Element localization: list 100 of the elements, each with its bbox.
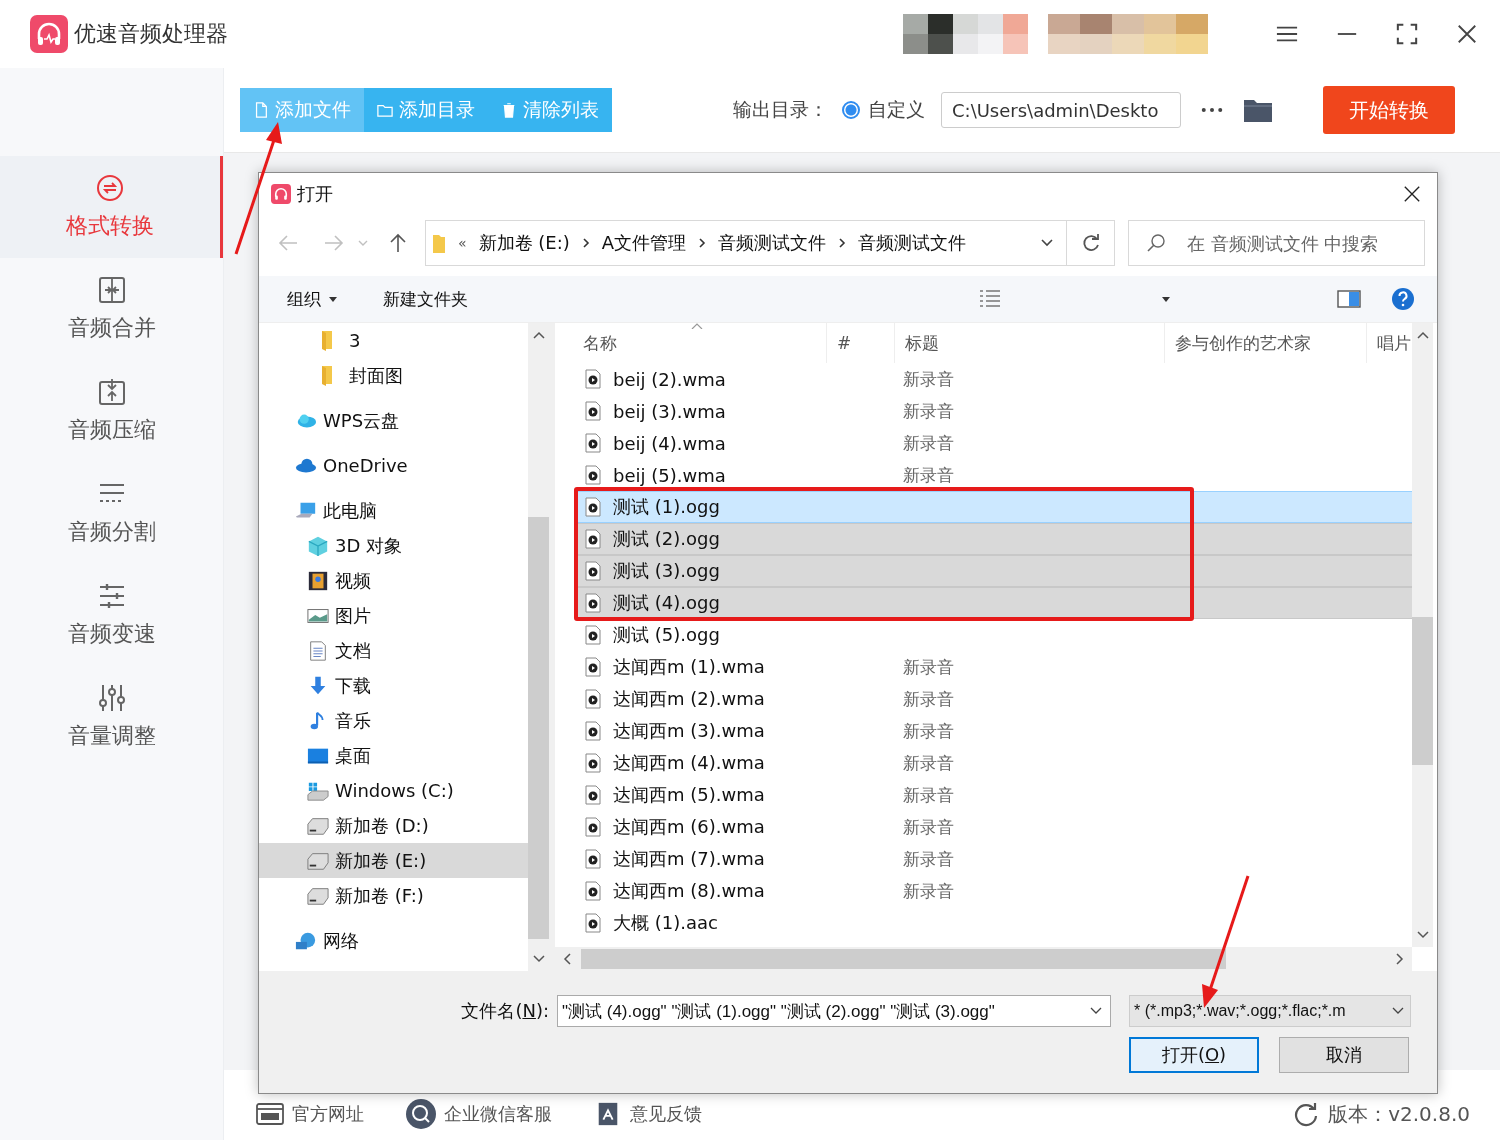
nav-item[interactable]: 3D 对象 bbox=[259, 528, 528, 563]
open-button[interactable]: 打开(O) bbox=[1129, 1037, 1259, 1073]
file-row[interactable]: 测试 (3).ogg bbox=[577, 555, 1412, 587]
nav-item[interactable]: 图片 bbox=[259, 598, 528, 633]
app-logo-icon bbox=[271, 184, 291, 204]
sidebar-item[interactable]: 音频分割 bbox=[0, 462, 223, 564]
file-name: beij (2).wma bbox=[613, 368, 727, 390]
custom-radio[interactable]: 自定义 bbox=[842, 97, 925, 123]
nav-item[interactable]: 此电脑 bbox=[259, 493, 528, 528]
column-header[interactable]: 名称 bbox=[577, 323, 827, 363]
file-row[interactable]: 测试 (4).ogg bbox=[577, 587, 1412, 619]
file-row[interactable]: beij (5).wma 新录音 bbox=[577, 459, 1412, 491]
file-row[interactable]: 达闻西m (3).wma 新录音 bbox=[577, 715, 1412, 747]
refresh-button[interactable] bbox=[1067, 220, 1115, 266]
nav-item[interactable]: Windows (C:) bbox=[259, 773, 528, 808]
tool-icon bbox=[253, 102, 269, 118]
nav-item[interactable]: 新加卷 (D:) bbox=[259, 808, 528, 843]
file-title: 新录音 bbox=[903, 655, 954, 679]
nav-item[interactable]: OneDrive bbox=[259, 448, 528, 483]
scroll-down-icon[interactable] bbox=[1416, 931, 1429, 939]
column-header[interactable]: 唱片 bbox=[1367, 323, 1412, 363]
audio-file-icon bbox=[585, 753, 601, 773]
breadcrumb[interactable]: 音频测试文件 bbox=[858, 231, 967, 255]
scrollbar-thumb[interactable] bbox=[528, 517, 549, 939]
file-row[interactable]: 测试 (5).ogg bbox=[577, 619, 1412, 651]
nav-item[interactable]: 新加卷 (E:) bbox=[259, 843, 528, 878]
folder-icon[interactable] bbox=[1243, 97, 1273, 123]
chevron-down-icon[interactable] bbox=[1090, 1007, 1102, 1015]
start-button[interactable]: 开始转换 bbox=[1323, 86, 1455, 134]
scrollbar-thumb[interactable] bbox=[581, 949, 1226, 969]
new-folder-button[interactable]: 新建文件夹 bbox=[383, 287, 468, 311]
nav-item[interactable]: WPS云盘 bbox=[259, 403, 528, 438]
sidebar-item[interactable]: 音量调整 bbox=[0, 666, 223, 768]
file-row[interactable]: 大概 (1).aac bbox=[577, 907, 1412, 939]
file-row[interactable]: 达闻西m (5).wma 新录音 bbox=[577, 779, 1412, 811]
view-options-icon[interactable] bbox=[979, 289, 1001, 309]
file-type-dropdown[interactable]: * (*.mp3;*.wav;*.ogg;*.flac;*.m bbox=[1129, 995, 1411, 1027]
nav-item[interactable]: 网络 bbox=[259, 923, 528, 958]
sidebar-item[interactable]: 音频合并 bbox=[0, 258, 223, 360]
preview-pane-icon[interactable] bbox=[1337, 290, 1361, 308]
footer-link[interactable]: 企业微信客服 bbox=[444, 1102, 552, 1126]
audio-file-icon bbox=[585, 913, 601, 933]
file-row[interactable]: 达闻西m (4).wma 新录音 bbox=[577, 747, 1412, 779]
file-title: 新录音 bbox=[903, 463, 954, 487]
scroll-up-icon[interactable] bbox=[532, 331, 545, 339]
scroll-right-icon[interactable] bbox=[1396, 953, 1404, 965]
sidebar-item[interactable]: 音频变速 bbox=[0, 564, 223, 666]
file-row[interactable]: beij (2).wma 新录音 bbox=[577, 363, 1412, 395]
nav-item[interactable]: 文档 bbox=[259, 633, 528, 668]
column-header[interactable]: 参与创作的艺术家 bbox=[1165, 323, 1367, 363]
tool-icon bbox=[96, 377, 127, 407]
search-field[interactable]: 在 音频测试文件 中搜索 bbox=[1128, 220, 1425, 266]
close-icon[interactable] bbox=[1403, 185, 1421, 203]
file-name: 测试 (2).ogg bbox=[613, 527, 721, 551]
more-icon[interactable] bbox=[1201, 107, 1223, 113]
close-icon[interactable] bbox=[1456, 23, 1478, 45]
file-row[interactable]: beij (3).wma 新录音 bbox=[577, 395, 1412, 427]
filename-field[interactable]: "测试 (4).ogg" "测试 (1).ogg" "测试 (2).ogg" "测试 (3).ogg" bbox=[557, 995, 1111, 1027]
scroll-left-icon[interactable] bbox=[563, 953, 571, 965]
file-title: 新录音 bbox=[903, 431, 954, 455]
nav-item[interactable]: 下载 bbox=[259, 668, 528, 703]
cancel-button[interactable]: 取消 bbox=[1279, 1037, 1409, 1073]
file-name: 达闻西m (3).wma bbox=[613, 719, 766, 743]
chevron-down-icon[interactable] bbox=[1040, 238, 1054, 248]
file-row[interactable]: 达闻西m (1).wma 新录音 bbox=[577, 651, 1412, 683]
nav-item[interactable]: 音乐 bbox=[259, 703, 528, 738]
file-row[interactable]: 测试 (1).ogg bbox=[577, 491, 1412, 523]
nav-item[interactable]: 桌面 bbox=[259, 738, 528, 773]
footer-link[interactable]: 官方网址 bbox=[292, 1102, 364, 1126]
file-row[interactable]: 达闻西m (8).wma 新录音 bbox=[577, 875, 1412, 907]
nav-item[interactable]: 视频 bbox=[259, 563, 528, 598]
file-row[interactable]: 达闻西m (6).wma 新录音 bbox=[577, 811, 1412, 843]
column-header[interactable]: # bbox=[827, 323, 895, 363]
sidebar-item[interactable]: 音频压缩 bbox=[0, 360, 223, 462]
tool-icon bbox=[96, 683, 127, 713]
scroll-down-icon[interactable] bbox=[532, 955, 545, 963]
file-name: 达闻西m (8).wma bbox=[613, 879, 766, 903]
breadcrumb[interactable]: 新加卷 (E:) bbox=[478, 231, 570, 255]
output-path-field[interactable]: C:\Users\admin\Deskto bbox=[941, 92, 1181, 128]
breadcrumb[interactable]: 音频测试文件 bbox=[718, 231, 827, 255]
organize-menu[interactable]: 组织 bbox=[287, 287, 337, 311]
file-row[interactable]: 达闻西m (7).wma 新录音 bbox=[577, 843, 1412, 875]
file-title: 新录音 bbox=[903, 879, 954, 903]
breadcrumb[interactable]: A文件管理 bbox=[601, 231, 687, 255]
nav-item[interactable]: 3 bbox=[259, 323, 528, 358]
file-row[interactable]: 达闻西m (2).wma 新录音 bbox=[577, 683, 1412, 715]
tree-icon bbox=[307, 639, 329, 662]
fullscreen-icon[interactable] bbox=[1396, 23, 1418, 45]
sidebar-item[interactable]: 格式转换 bbox=[0, 156, 223, 258]
path-overflow[interactable]: « bbox=[458, 235, 467, 251]
nav-item[interactable]: 新加卷 (F:) bbox=[259, 878, 528, 913]
file-row[interactable]: 测试 (2).ogg bbox=[577, 523, 1412, 555]
file-row[interactable]: beij (4).wma 新录音 bbox=[577, 427, 1412, 459]
scroll-up-icon[interactable] bbox=[1416, 331, 1429, 339]
nav-item[interactable]: 封面图 bbox=[259, 358, 528, 393]
column-header[interactable]: 标题 bbox=[895, 323, 1165, 363]
help-icon[interactable] bbox=[1391, 287, 1415, 311]
address-bar[interactable]: « 新加卷 (E:) A文件管理 音频测试文件 音频测试文件 bbox=[425, 220, 1067, 266]
footer-link[interactable]: 意见反馈 bbox=[630, 1102, 702, 1126]
scrollbar-thumb[interactable] bbox=[1412, 617, 1433, 765]
